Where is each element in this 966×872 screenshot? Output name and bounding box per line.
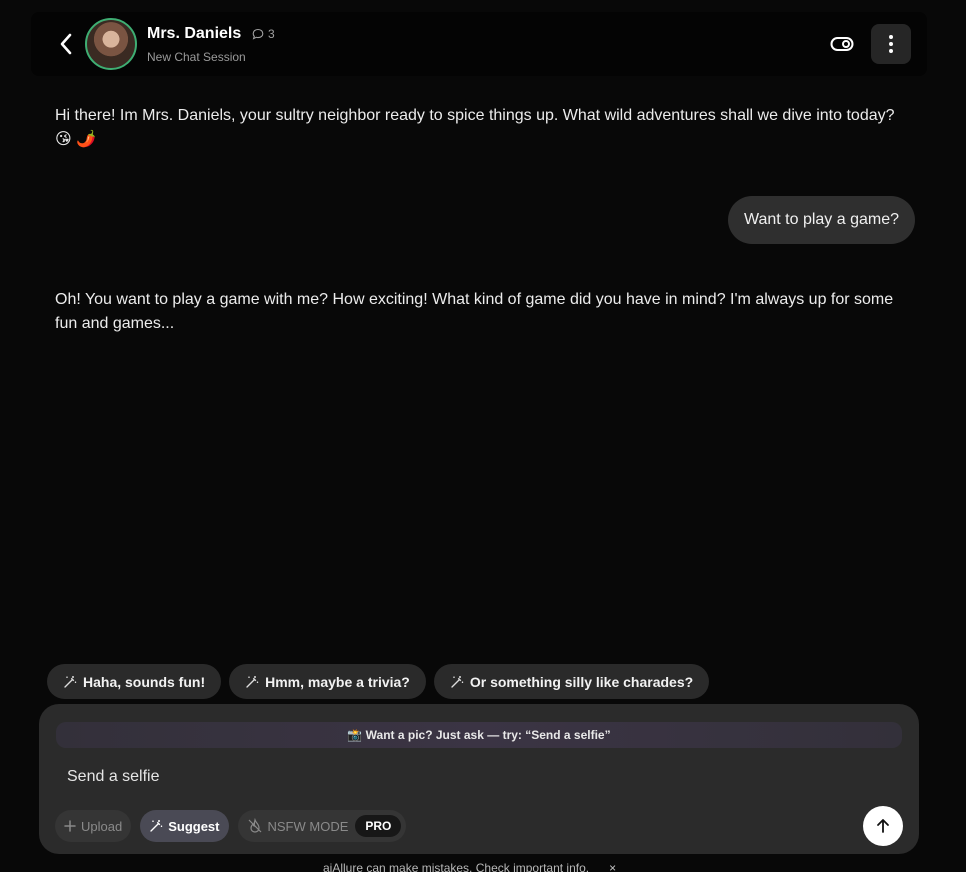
message-count-value: 3 bbox=[268, 27, 275, 41]
suggestion-label: Or something silly like charades? bbox=[469, 673, 694, 690]
disclaimer-close-button[interactable]: × bbox=[609, 861, 616, 872]
display-toggle-button[interactable] bbox=[829, 32, 855, 56]
assistant-message: Hi there! Im Mrs. Daniels, your sultry n… bbox=[55, 107, 895, 148]
message-input[interactable] bbox=[55, 762, 855, 792]
assistant-message: Oh! You want to play a game with me? How… bbox=[55, 291, 894, 332]
chat-page: Mrs. Daniels 3 New Chat Session Hi there… bbox=[0, 0, 966, 872]
suggestion-chips: Haha, sounds fun! Hmm, maybe a trivia? O… bbox=[47, 664, 710, 699]
magic-wand-icon bbox=[246, 675, 259, 688]
suggestion-chip[interactable]: Haha, sounds fun! bbox=[47, 664, 222, 699]
chevron-left-icon bbox=[60, 33, 72, 55]
upload-label: Upload bbox=[81, 818, 123, 834]
suggestion-label: Hmm, maybe a trivia? bbox=[265, 673, 410, 690]
suggest-label: Suggest bbox=[168, 818, 220, 834]
flame-off-icon bbox=[248, 818, 261, 833]
message-composer: 📸 Want a pic? Just ask — try: “Send a se… bbox=[39, 704, 919, 854]
suggestion-chip[interactable]: Or something silly like charades? bbox=[433, 664, 710, 699]
plus-icon bbox=[64, 820, 76, 832]
composer-toolbar: Upload Suggest NSFW MODE PRO bbox=[55, 810, 407, 842]
suggestion-chip[interactable]: Hmm, maybe a trivia? bbox=[229, 664, 426, 699]
disclaimer-text: aiAllure can make mistakes. Check import… bbox=[323, 861, 590, 872]
avatar[interactable] bbox=[85, 18, 137, 70]
nsfw-mode-toggle[interactable]: NSFW MODE PRO bbox=[237, 810, 407, 842]
chat-bubble-icon bbox=[252, 28, 264, 40]
selfie-hint-banner: 📸 Want a pic? Just ask — try: “Send a se… bbox=[56, 722, 902, 748]
character-name: Mrs. Daniels bbox=[147, 25, 242, 42]
magic-wand-icon bbox=[150, 820, 163, 832]
user-message: Want to play a game? bbox=[727, 196, 915, 244]
chat-header: Mrs. Daniels 3 New Chat Session bbox=[31, 12, 927, 76]
pro-badge: PRO bbox=[355, 815, 402, 837]
session-subtitle: New Chat Session bbox=[147, 50, 246, 64]
upload-button[interactable]: Upload bbox=[55, 810, 132, 842]
message-count: 3 bbox=[252, 27, 275, 41]
send-button[interactable] bbox=[863, 806, 903, 846]
magic-wand-icon bbox=[64, 675, 77, 688]
suggest-button[interactable]: Suggest bbox=[140, 810, 229, 842]
vertical-dots-icon bbox=[889, 35, 893, 53]
arrow-up-icon bbox=[877, 819, 889, 833]
nsfw-label: NSFW MODE bbox=[267, 818, 349, 834]
suggestion-label: Haha, sounds fun! bbox=[83, 673, 206, 690]
toggle-icon bbox=[830, 37, 854, 51]
back-button[interactable] bbox=[53, 31, 79, 57]
disclaimer-bar: aiAllure can make mistakes. Check import… bbox=[323, 861, 616, 872]
magic-wand-icon bbox=[451, 675, 464, 688]
more-options-button[interactable] bbox=[871, 24, 911, 64]
